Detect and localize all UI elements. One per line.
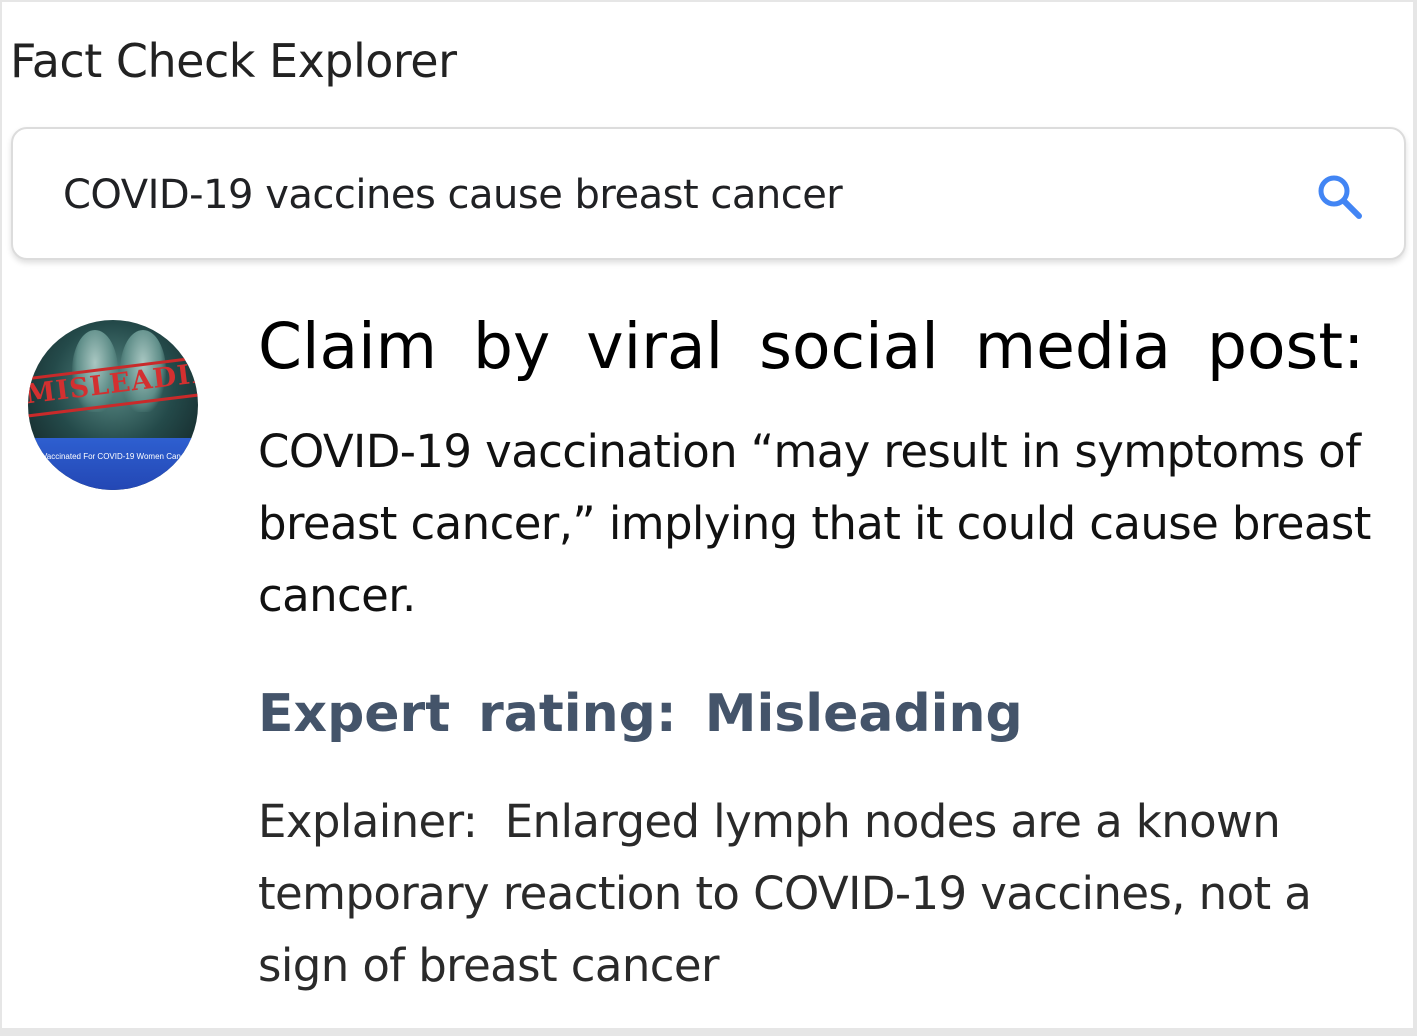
fact-check-card: Fact Check Explorer MISLEADING Vaccinate… <box>2 2 1413 1028</box>
search-bar <box>11 127 1406 260</box>
claim-title: Claim by viral social media post: <box>258 310 1365 383</box>
explainer-label: Explainer: <box>258 795 478 848</box>
explainer: Explainer: Enlarged lymph nodes are a kn… <box>258 786 1408 1002</box>
search-icon <box>1318 175 1362 219</box>
rating-label: Expert rating: <box>258 684 677 744</box>
search-input[interactable] <box>63 167 1243 223</box>
app-title: Fact Check Explorer <box>10 34 457 88</box>
rating-value: Misleading <box>704 684 1023 744</box>
claim-thumbnail[interactable]: MISLEADING Vaccinated For COVID-19 Women… <box>28 320 198 490</box>
thumbnail-caption: Vaccinated For COVID-19 Women Cancer <box>42 452 192 461</box>
search-button[interactable] <box>1314 171 1366 223</box>
thumbnail-caption-band <box>28 438 198 490</box>
expert-rating: Expert rating: Misleading <box>258 684 1023 744</box>
claim-text: COVID-19 vaccination “may result in symp… <box>258 425 1371 622</box>
